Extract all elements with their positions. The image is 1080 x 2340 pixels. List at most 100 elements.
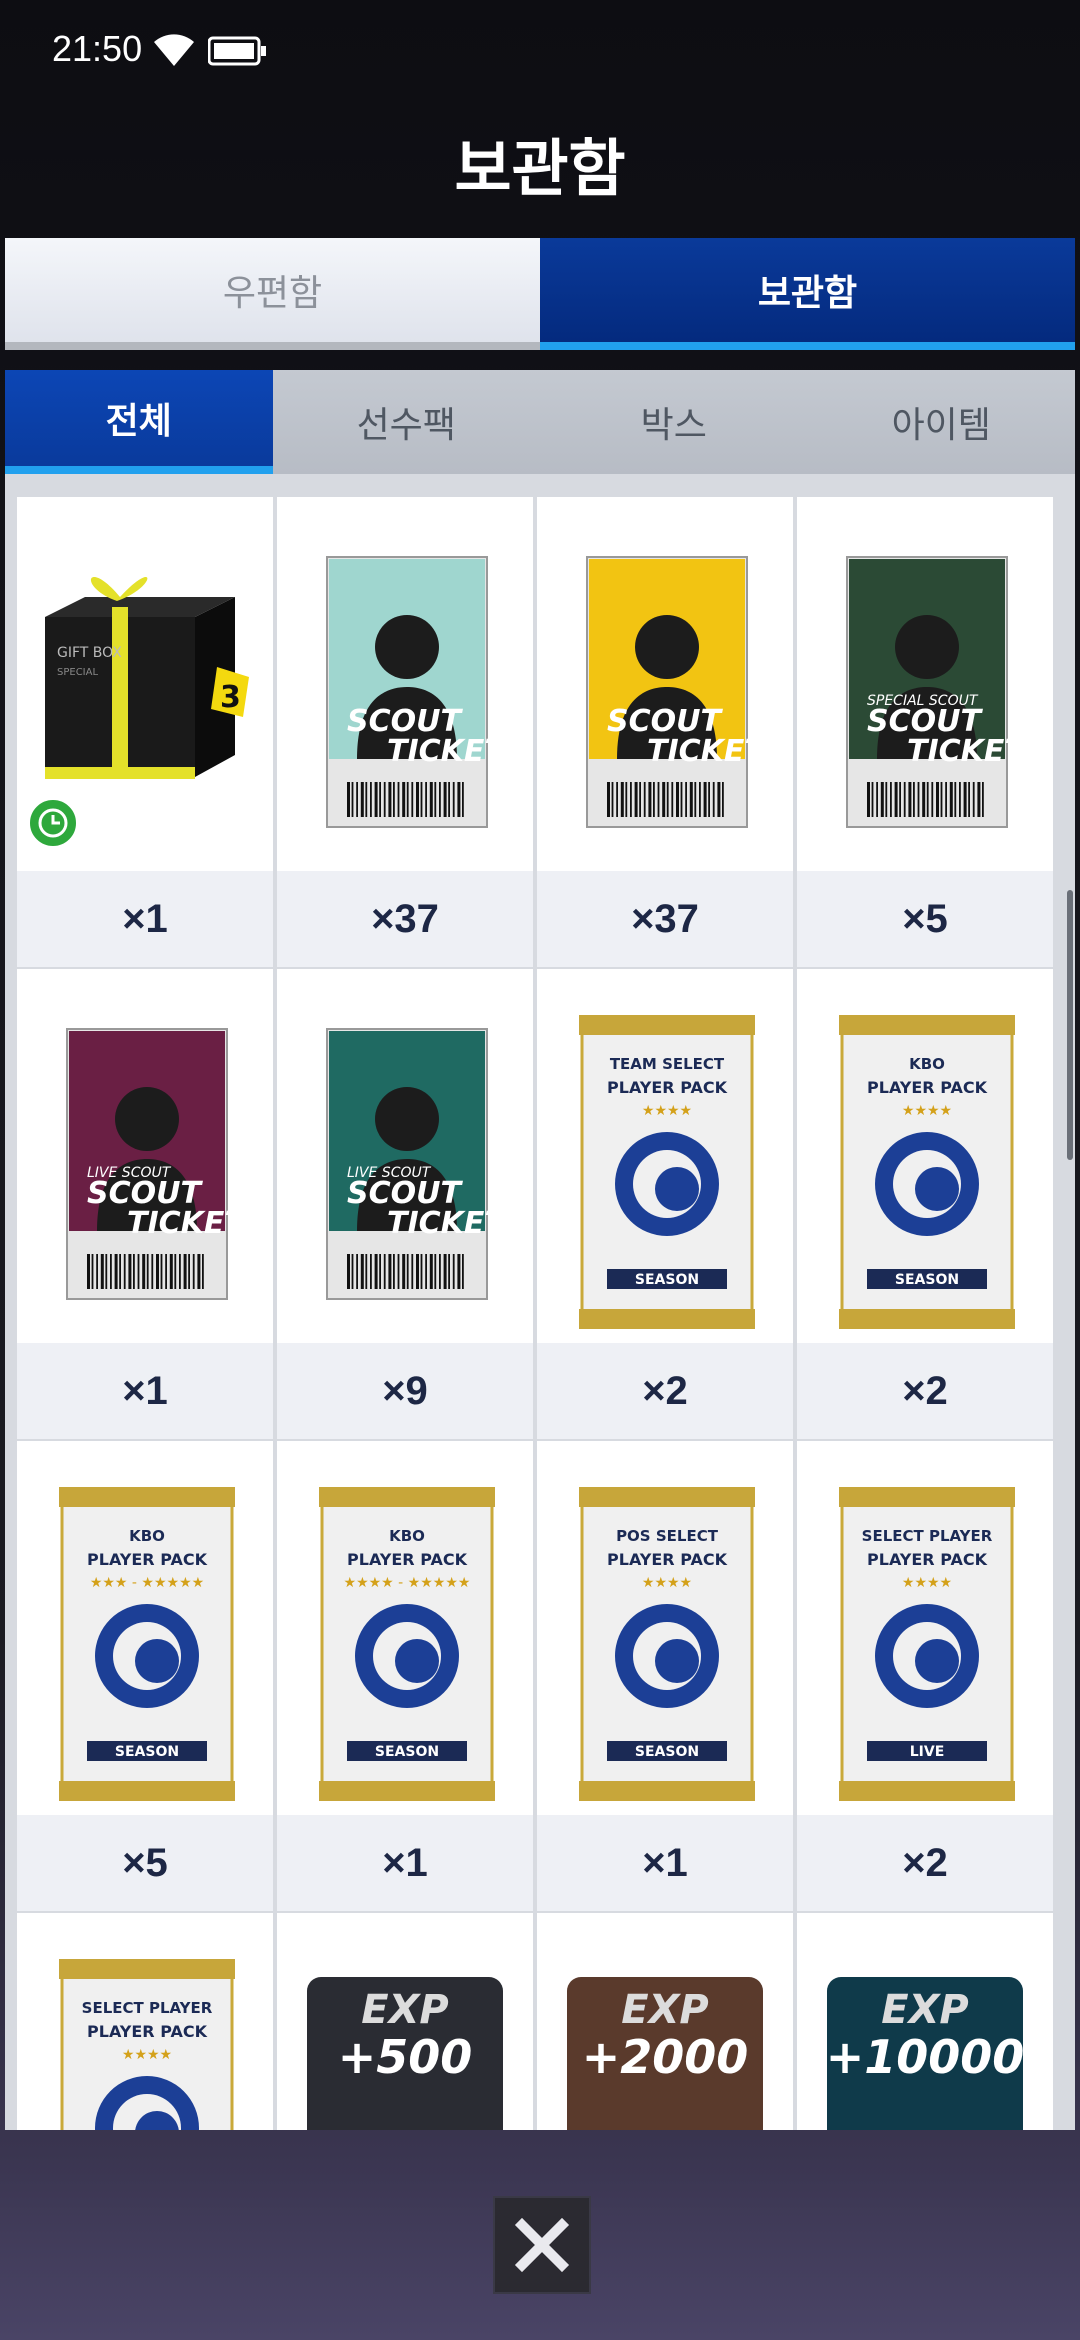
- ticket-title-line2: TICKET: [387, 734, 507, 769]
- pack-name: PLAYER PACK: [347, 1550, 468, 1569]
- pack-tag: KBO: [389, 1527, 425, 1545]
- scout-ticket-thumbnail: LIVE SCOUTSCOUTTICKET: [326, 1028, 507, 1300]
- inventory-item-cell[interactable]: SELECT PLAYER PLAYER PACK ★★★★ LIVE ×2: [797, 1441, 1053, 1911]
- tab-mailbox[interactable]: 우편함: [5, 238, 540, 350]
- storage-panel: 전체 선수팩 박스 아이템 GIFT BOX SPECIAL 3 ×1 SCOUT TIC…: [5, 370, 1075, 2130]
- pack-tag: SELECT PLAYER: [862, 1527, 993, 1545]
- ticket-title-line2: TICKET: [907, 734, 1027, 769]
- sub-tab-player-pack[interactable]: 선수팩: [272, 370, 540, 474]
- pack-tag: KBO: [909, 1055, 945, 1073]
- pack-stars: ★★★★: [642, 1575, 692, 1591]
- exp-amount: +2000: [582, 2030, 749, 2084]
- top-tab-bar: 우편함 보관함: [5, 238, 1075, 350]
- pack-name: PLAYER PACK: [867, 1078, 988, 1097]
- player-pack-thumbnail: KBO PLAYER PACK ★★★ - ★★★★★ SEASON: [59, 1487, 235, 1801]
- item-quantity: ×2: [537, 1343, 793, 1439]
- pack-name: PLAYER PACK: [87, 1550, 208, 1569]
- player-pack-thumbnail: TEAM SELECT PLAYER PACK ★★★★ SEASON: [579, 1015, 755, 1329]
- pack-tag: SELECT PLAYER: [82, 1999, 213, 2017]
- gift-box-count-badge: 3: [220, 680, 241, 715]
- ticket-title-line2: TICKET: [647, 734, 767, 769]
- exp-amount: +10000: [826, 2030, 1025, 2084]
- pack-stars: ★★★ - ★★★★★: [90, 1575, 204, 1591]
- item-quantity: ×37: [537, 871, 793, 967]
- inventory-item-cell[interactable]: GIFT BOX SPECIAL 3 ×1: [17, 497, 273, 967]
- item-quantity: ×2: [797, 1343, 1053, 1439]
- inventory-item-cell[interactable]: SELECT PLAYER PLAYER PACK ★★★★: [17, 1913, 273, 2130]
- pack-name: PLAYER PACK: [607, 1550, 728, 1569]
- inventory-item-cell[interactable]: KBO PLAYER PACK ★★★ - ★★★★★ SEASON ×5: [17, 1441, 273, 1911]
- inventory-item-cell[interactable]: LIVE SCOUT SCOUT TICKET ×1: [17, 969, 273, 1439]
- exp-label: EXP: [361, 1987, 448, 2033]
- player-pack-thumbnail: SELECT PLAYER PLAYER PACK ★★★★: [59, 1959, 235, 2130]
- scout-ticket-thumbnail: SPECIAL SCOUTSCOUTTICKET: [846, 556, 1027, 828]
- exp-thumbnail: EXP+10000: [826, 1977, 1025, 2130]
- close-button[interactable]: [493, 2196, 591, 2294]
- pack-stars: ★★★★ - ★★★★★: [344, 1575, 471, 1591]
- inventory-item-cell[interactable]: TEAM SELECT PLAYER PACK ★★★★ SEASON ×2: [537, 969, 793, 1439]
- status-bar: 21:50: [0, 0, 1080, 100]
- exp-label: EXP: [881, 1987, 968, 2033]
- kbo-logo-icon: [95, 1604, 199, 1708]
- item-quantity: ×5: [797, 871, 1053, 967]
- kbo-logo-icon: [355, 1604, 459, 1708]
- sub-tab-box[interactable]: 박스: [540, 370, 808, 474]
- inventory-item-cell[interactable]: SCOUT TICKET ×37: [537, 497, 793, 967]
- pack-name: PLAYER PACK: [607, 1078, 728, 1097]
- tab-storage[interactable]: 보관함: [540, 238, 1075, 350]
- kbo-logo-icon: [875, 1604, 979, 1708]
- item-quantity: ×1: [17, 1343, 273, 1439]
- player-pack-thumbnail: SELECT PLAYER PLAYER PACK ★★★★ LIVE: [839, 1487, 1015, 1801]
- item-quantity: ×1: [537, 1815, 793, 1911]
- pack-stars: ★★★★: [122, 2047, 172, 2063]
- pack-tag: POS SELECT: [616, 1527, 719, 1545]
- pack-season: SEASON: [375, 1744, 439, 1760]
- exp-thumbnail: EXP+500: [307, 1977, 503, 2130]
- exp-thumbnail: EXP+2000: [567, 1977, 763, 2130]
- gift-box-thumbnail: GIFT BOX SPECIAL 3: [26, 576, 249, 850]
- player-pack-thumbnail: KBO PLAYER PACK ★★★★ SEASON: [839, 1015, 1015, 1329]
- ticket-title-line2: TICKET: [127, 1206, 247, 1241]
- gift-box-sublabel: SPECIAL: [57, 667, 98, 678]
- pack-tag: KBO: [129, 1527, 165, 1545]
- inventory-item-cell[interactable]: KBO PLAYER PACK ★★★★ SEASON ×2: [797, 969, 1053, 1439]
- inventory-item-cell[interactable]: SPECIAL SCOUT SCOUT TICKET ×5: [797, 497, 1053, 967]
- inventory-item-cell[interactable]: SCOUT TICKET ×37: [277, 497, 533, 967]
- player-pack-thumbnail: KBO PLAYER PACK ★★★★ - ★★★★★ SEASON: [319, 1487, 495, 1801]
- player-pack-thumbnail: POS SELECT PLAYER PACK ★★★★ SEASON: [579, 1487, 755, 1801]
- item-quantity: ×1: [277, 1815, 533, 1911]
- pack-stars: ★★★★: [902, 1575, 952, 1591]
- inventory-item-cell[interactable]: EXP +2000: [537, 1913, 793, 2130]
- sub-tab-all[interactable]: 전체: [5, 370, 273, 474]
- pack-season: LIVE: [910, 1744, 945, 1760]
- inventory-item-cell[interactable]: KBO PLAYER PACK ★★★★ - ★★★★★ SEASON ×1: [277, 1441, 533, 1911]
- pack-stars: ★★★★: [642, 1103, 692, 1119]
- inventory-item-cell[interactable]: POS SELECT PLAYER PACK ★★★★ SEASON ×1: [537, 1441, 793, 1911]
- item-quantity: ×5: [17, 1815, 273, 1911]
- sub-tab-item[interactable]: 아이템: [807, 370, 1075, 474]
- exp-label: EXP: [621, 1987, 708, 2033]
- page-title: 보관함: [454, 132, 626, 205]
- gift-box-label: GIFT BOX: [57, 645, 122, 661]
- pack-season: SEASON: [115, 1744, 179, 1760]
- pack-season: SEASON: [635, 1744, 699, 1760]
- inventory-item-cell[interactable]: EXP +500: [277, 1913, 533, 2130]
- inventory-item-cell[interactable]: LIVE SCOUT SCOUT TICKET ×9: [277, 969, 533, 1439]
- wifi-icon: [154, 34, 194, 66]
- scrollbar[interactable]: [1067, 890, 1073, 1160]
- sub-tab-bar: 전체 선수팩 박스 아이템: [5, 370, 1075, 474]
- pack-tag: TEAM SELECT: [610, 1055, 725, 1073]
- item-quantity: ×2: [797, 1815, 1053, 1911]
- scout-ticket-thumbnail: LIVE SCOUTSCOUTTICKET: [66, 1028, 247, 1300]
- item-quantity: ×9: [277, 1343, 533, 1439]
- item-quantity: ×1: [17, 871, 273, 967]
- pack-season: SEASON: [635, 1272, 699, 1288]
- timer-icon: [26, 796, 80, 850]
- exp-amount: +500: [338, 2030, 473, 2084]
- inventory-item-cell[interactable]: EXP +10000: [797, 1913, 1053, 2130]
- close-icon: [514, 2217, 570, 2273]
- kbo-logo-icon: [615, 1604, 719, 1708]
- ticket-title-line2: TICKET: [387, 1206, 507, 1241]
- pack-name: PLAYER PACK: [867, 1550, 988, 1569]
- scout-ticket-thumbnail: SCOUTTICKET: [586, 556, 767, 828]
